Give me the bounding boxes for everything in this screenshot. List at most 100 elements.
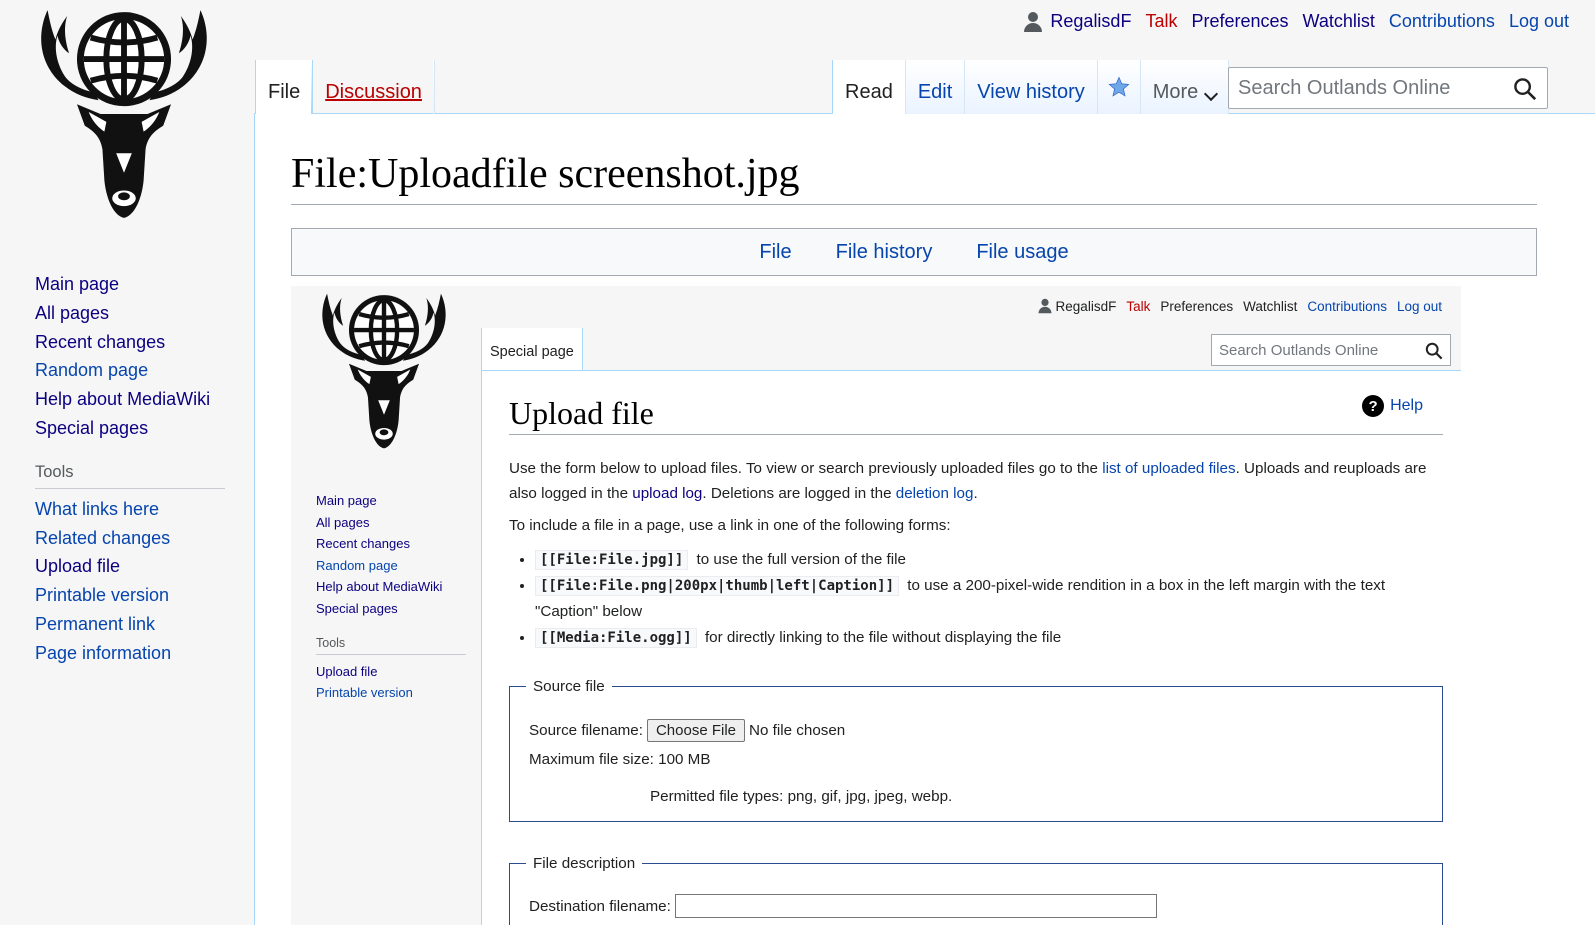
screenshot-nav-item: Special pages: [316, 600, 398, 616]
usage-text: for directly linking to the file without…: [704, 628, 1062, 646]
search-input[interactable]: Search Outlands Online: [1228, 67, 1548, 109]
file-description-legend: File description: [533, 855, 636, 872]
permitted-types: Permitted file types: png, gif, jpg, jpe…: [650, 788, 953, 805]
file-image[interactable]: RegalisdF Talk Preferences Watchlist Con…: [291, 286, 1461, 925]
destination-label: Destination filename:: [529, 897, 671, 915]
source-filename-label: Source filename:: [529, 722, 643, 739]
destination-row: Destination filename:: [529, 894, 1157, 918]
screenshot-nav-item: Recent changes: [316, 536, 410, 552]
source-file-fieldset: Source file Source filename: Choose File…: [509, 678, 1443, 822]
screenshot-search: Search Outlands Online: [1211, 334, 1451, 366]
intro-text: . Deletions are logged in the: [702, 484, 896, 502]
deletion-log-link: deletion log: [895, 484, 974, 502]
file-toc-history[interactable]: File history: [836, 241, 933, 264]
max-size: Maximum file size: 100 MB: [529, 751, 711, 768]
search-icon[interactable]: [1513, 77, 1537, 101]
intro-paragraph: Use the form below to upload files. To v…: [509, 457, 1444, 506]
source-filename-row: Source filename: Choose File No file cho…: [529, 719, 845, 742]
sidebar-item-recent-changes[interactable]: Recent changes: [35, 332, 165, 352]
help-icon: ?: [1362, 395, 1385, 417]
list-item: [[Media:File.ogg]] for directly linking …: [535, 625, 1444, 651]
usage-code: [[File:File.jpg]]: [535, 549, 689, 570]
usage-code: [[Media:File.ogg]]: [535, 627, 697, 648]
sidebar-item-all-pages[interactable]: All pages: [35, 303, 109, 323]
file-toc: File File history File usage: [291, 228, 1537, 276]
site-logo[interactable]: [26, 6, 222, 222]
search-placeholder: Search Outlands Online: [1238, 76, 1451, 99]
contributions-link[interactable]: Contributions: [1389, 11, 1495, 32]
destination-field: [674, 894, 1157, 918]
tab-edit-label: Edit: [917, 81, 953, 103]
namespace-tabs: File Discussion: [255, 60, 435, 114]
username-link[interactable]: RegalisdF: [1050, 11, 1131, 32]
intro-text: .: [973, 484, 978, 502]
watchlist-link[interactable]: Watchlist: [1303, 11, 1375, 32]
screenshot-tools-heading: Tools: [316, 636, 466, 655]
tool-permanent-link[interactable]: Permanent link: [35, 614, 155, 634]
watch-star-button[interactable]: [1097, 60, 1141, 114]
screenshot-talk: Talk: [1126, 298, 1151, 314]
screenshot-logo: [322, 293, 446, 449]
screenshot-nav-item: Help about MediaWiki: [316, 579, 443, 595]
usage-list: [[File:File.jpg]] to use the full versio…: [535, 547, 1444, 651]
sidebar-tools: What links here Related changes Upload f…: [35, 495, 225, 668]
screenshot-special-page-tab: Special page: [481, 328, 583, 370]
tab-view-history[interactable]: View history: [965, 60, 1098, 114]
no-file-chosen: No file chosen: [749, 722, 846, 739]
tab-discussion-label: Discussion: [325, 81, 422, 103]
more-label: More: [1152, 81, 1199, 103]
screenshot-sidebar: Main page All pages Recent changes Rando…: [316, 490, 466, 704]
list-item: [[File:File.png|200px|thumb|left|Caption…: [535, 573, 1444, 625]
screenshot-help: ? Help: [1362, 395, 1423, 417]
content-area: File:Uploadfile screenshot.jpg File File…: [254, 113, 1595, 925]
tools-heading: Tools: [35, 463, 225, 489]
include-paragraph: To include a file in a page, use a link …: [509, 517, 951, 534]
tool-printable-version[interactable]: Printable version: [35, 585, 169, 605]
view-tabs: Read Edit View history More: [832, 60, 1230, 114]
file-toc-usage[interactable]: File usage: [976, 241, 1068, 264]
sidebar-item-special-pages[interactable]: Special pages: [35, 418, 148, 438]
sidebar: Main page All pages Recent changes Rando…: [35, 270, 225, 668]
tab-read-label: Read: [845, 81, 893, 103]
screenshot-intro: Use the form below to upload files. To v…: [509, 457, 1444, 651]
source-file-legend: Source file: [533, 678, 605, 695]
screenshot-tool-item: Printable version: [316, 685, 413, 701]
screenshot-help-label: Help: [1390, 397, 1423, 414]
file-description-fieldset: File description Destination filename:: [509, 855, 1443, 925]
sidebar-item-random-page[interactable]: Random page: [35, 360, 148, 380]
more-menu[interactable]: More: [1140, 60, 1230, 114]
chevron-down-icon: [1204, 86, 1219, 102]
tool-upload-file[interactable]: Upload file: [35, 556, 120, 576]
sidebar-item-help[interactable]: Help about MediaWiki: [35, 389, 210, 409]
screenshot-nav-item: Random page: [316, 557, 398, 573]
tab-discussion[interactable]: Discussion: [313, 60, 435, 114]
tab-read[interactable]: Read: [832, 60, 906, 114]
usage-text: to use the full version of the file: [696, 550, 906, 568]
star-icon: [1108, 76, 1130, 97]
logout-link[interactable]: Log out: [1509, 11, 1569, 32]
search-icon: [1425, 342, 1443, 360]
talk-link[interactable]: Talk: [1145, 11, 1177, 32]
tool-page-information[interactable]: Page information: [35, 643, 171, 663]
usage-code: [[File:File.png|200px|thumb|left|Caption…: [535, 575, 900, 596]
file-toc-file[interactable]: File: [759, 241, 791, 264]
screenshot-username: RegalisdF: [1055, 298, 1117, 314]
list-item: [[File:File.jpg]] to use the full versio…: [535, 547, 1444, 573]
preferences-link[interactable]: Preferences: [1191, 11, 1288, 32]
tool-related-changes[interactable]: Related changes: [35, 528, 170, 548]
screenshot-watchlist: Watchlist: [1243, 298, 1298, 314]
tool-what-links-here[interactable]: What links here: [35, 499, 159, 519]
screenshot-search-placeholder: Search Outlands Online: [1219, 341, 1379, 359]
tab-file[interactable]: File: [255, 60, 314, 114]
tab-edit[interactable]: Edit: [905, 60, 966, 114]
screenshot-logout: Log out: [1396, 298, 1442, 314]
sidebar-item-main-page[interactable]: Main page: [35, 274, 119, 294]
screenshot-contributions: Contributions: [1307, 298, 1387, 314]
screenshot-preferences: Preferences: [1160, 298, 1234, 314]
screenshot-tool-item: Upload file: [316, 663, 378, 679]
tab-view-history-label: View history: [977, 81, 1085, 103]
personal-tools: RegalisdF Talk Preferences Watchlist Con…: [1024, 11, 1569, 32]
screenshot-user-icon: [1038, 298, 1052, 314]
page-title: File:Uploadfile screenshot.jpg: [291, 150, 1537, 205]
choose-file-button: Choose File: [646, 719, 746, 742]
